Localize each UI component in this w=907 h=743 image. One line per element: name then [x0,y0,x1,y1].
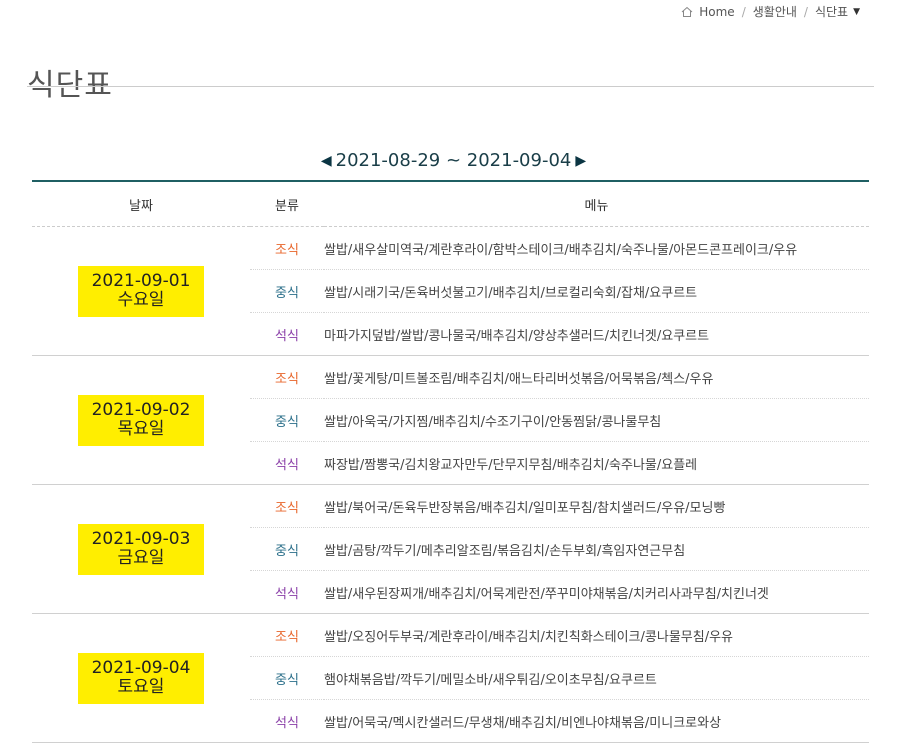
meal-items: 쌀밥/새우살미역국/계란후라이/함박스테이크/배추김치/숙주나물/아몬드콘프레이… [324,226,869,270]
meal-type: 중식 [250,527,324,571]
table-row: 2021-09-04 토요일 조식 쌀밥/오징어두부국/계란후라이/배추김치/치킨칙화… [32,613,869,743]
meal-type: 조식 [250,226,324,270]
meal-items: 쌀밥/시래기국/돈육버섯불고기/배추김치/브로컬리숙회/잡채/요쿠르트 [324,269,869,313]
breadcrumb-home[interactable]: Home [699,5,734,19]
prev-week-icon[interactable]: ◀ [321,153,332,169]
page-title: 식단표 [27,68,113,104]
date-cell: 2021-09-01 수요일 [32,226,250,356]
header-menu: 메뉴 [324,181,869,227]
meal-items: 쌀밥/새우된장찌개/배추김치/어묵계란전/쭈꾸미야채볶음/치커리사과무침/치킨너… [324,570,869,614]
meal-table-body: 2021-09-01 수요일 조식 쌀밥/새우살미역국/계란후라이/함박스테이크/배추… [32,226,869,743]
week-navigator: ◀ 2021-08-29 ~ 2021-09-04 ▶ [0,150,907,171]
meal-type: 조식 [250,484,324,528]
date-cell: 2021-09-04 토요일 [32,613,250,743]
header-type: 분류 [250,181,324,227]
weekday-text: 목요일 [117,418,165,439]
home-icon[interactable] [681,6,693,18]
weekday-text: 토요일 [117,676,165,697]
breadcrumb-life-guide[interactable]: 생활안내 [753,3,797,20]
meal-items: 쌀밥/오징어두부국/계란후라이/배추김치/치킨칙화스테이크/콩나물무침/우유 [324,613,869,657]
table-row: 2021-09-03 금요일 조식 쌀밥/북어국/돈육두반장볶음/배추김치/일미포무침… [32,484,869,614]
chevron-down-icon[interactable]: ▼ [853,7,860,17]
breadcrumb-separator: / [803,4,808,19]
meal-items: 햄야채볶음밥/깍두기/메밀소바/새우튀김/오이초무침/요쿠르트 [324,656,869,700]
meal-type: 조식 [250,355,324,399]
date-badge: 2021-09-04 토요일 [78,652,204,704]
meal-type: 중식 [250,656,324,700]
meal-items: 짜장밥/짬뽕국/김치왕교자만두/단무지무침/배추김치/숙주나물/요플레 [324,441,869,485]
date-text: 2021-09-04 [91,657,191,678]
meal-items: 쌀밥/북어국/돈육두반장볶음/배추김치/일미포무침/참치샐러드/우유/모닝빵 [324,484,869,528]
table-row: 2021-09-02 목요일 조식 쌀밥/꽃게탕/미트볼조림/배추김치/애느타리버섯볶… [32,355,869,485]
weekday-text: 수요일 [117,289,165,310]
meal-items: 마파가지덮밥/쌀밥/콩나물국/배추김치/양상추샐러드/치킨너겟/요쿠르트 [324,312,869,356]
meal-type: 중식 [250,398,324,442]
meal-type: 석식 [250,312,324,356]
meal-type: 석식 [250,441,324,485]
date-badge: 2021-09-02 목요일 [78,394,204,446]
date-text: 2021-09-01 [91,270,191,291]
meal-type: 중식 [250,269,324,313]
meal-table: 날짜 분류 메뉴 2021-09-01 수요일 조식 쌀밥/새우살미역국/계란후라이/… [32,180,869,743]
meal-type: 석식 [250,570,324,614]
next-week-icon[interactable]: ▶ [575,153,586,169]
meal-items: 쌀밥/곰탕/깍두기/메추리알조림/볶음김치/손두부회/흑임자연근무침 [324,527,869,571]
meal-items: 쌀밥/아욱국/가지찜/배추김치/수조기구이/안동찜닭/콩나물무침 [324,398,869,442]
meal-type: 조식 [250,613,324,657]
date-text: 2021-09-03 [91,528,191,549]
meal-items: 쌀밥/어묵국/멕시칸샐러드/무생채/배추김치/비엔나야채볶음/미니크로와상 [324,699,869,743]
date-cell: 2021-09-03 금요일 [32,484,250,614]
meal-items: 쌀밥/꽃게탕/미트볼조림/배추김치/애느타리버섯볶음/어묵볶음/첵스/우유 [324,355,869,399]
meal-type: 석식 [250,699,324,743]
date-badge: 2021-09-01 수요일 [78,265,204,317]
date-badge: 2021-09-03 금요일 [78,523,204,575]
breadcrumb-separator: / [741,4,746,19]
table-row: 2021-09-01 수요일 조식 쌀밥/새우살미역국/계란후라이/함박스테이크/배추… [32,226,869,356]
breadcrumb-menu[interactable]: 식단표 [815,3,848,20]
breadcrumb: Home / 생활안내 / 식단표 ▼ [681,3,860,20]
title-divider [27,86,874,87]
date-text: 2021-09-02 [91,399,191,420]
date-cell: 2021-09-02 목요일 [32,355,250,485]
header-date: 날짜 [32,181,250,227]
weekday-text: 금요일 [117,547,165,568]
week-range: 2021-08-29 ~ 2021-09-04 [335,150,572,171]
table-header-row: 날짜 분류 메뉴 [32,181,869,227]
